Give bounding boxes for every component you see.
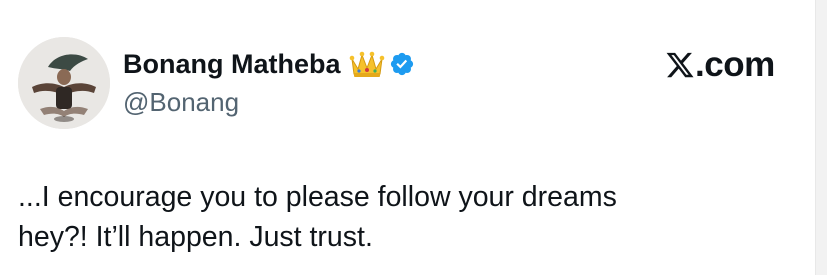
author-display-name[interactable]: Bonang Matheba xyxy=(123,44,341,84)
avatar[interactable] xyxy=(18,37,110,129)
x-logo-icon xyxy=(665,50,695,80)
x-com-logo[interactable]: .com xyxy=(665,44,775,86)
crown-emoji-icon xyxy=(349,49,385,79)
author-name-row: Bonang Matheba xyxy=(123,44,415,84)
scrollbar[interactable] xyxy=(815,0,827,275)
tweet-text: ...I encourage you to please follow your… xyxy=(18,177,778,257)
tweet-text-line-2: hey?! It’ll happen. Just trust. xyxy=(18,221,373,253)
verified-badge-icon[interactable] xyxy=(389,51,415,77)
avatar-image xyxy=(18,37,110,129)
site-domain-suffix: .com xyxy=(695,45,775,84)
tweet-card: Bonang Matheba @Bonang .com ...I encoura… xyxy=(0,0,815,275)
tweet-text-line-1: ...I encourage you to please follow your… xyxy=(18,181,617,213)
author-handle[interactable]: @Bonang xyxy=(123,85,239,119)
